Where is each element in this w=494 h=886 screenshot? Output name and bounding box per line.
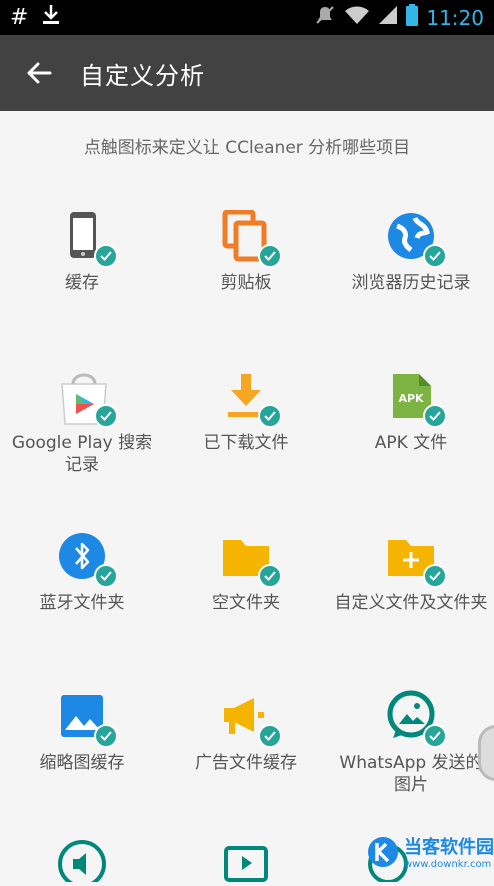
mute-icon bbox=[314, 4, 336, 31]
apk-icon: APK bbox=[385, 370, 447, 428]
google-play-icon bbox=[56, 370, 118, 428]
item-label: 广告文件缓存 bbox=[195, 753, 297, 773]
check-icon bbox=[423, 564, 447, 588]
check-icon bbox=[258, 564, 282, 588]
watermark-text: 当客软件园 bbox=[404, 837, 494, 858]
status-bar: # 11:20 bbox=[0, 0, 494, 35]
item-label: 已下载文件 bbox=[203, 433, 289, 453]
clipboard-icon bbox=[220, 209, 282, 268]
back-arrow-icon[interactable] bbox=[24, 58, 54, 88]
check-icon bbox=[423, 724, 447, 748]
item-label: 缩略图缓存 bbox=[39, 753, 125, 773]
item-thumbnail-cache[interactable]: 缩略图缓存 bbox=[0, 680, 164, 840]
signal-icon bbox=[378, 5, 398, 30]
item-cache[interactable]: 缓存 bbox=[0, 200, 164, 360]
item-whatsapp-sent-images[interactable]: WhatsApp 发送的图片 bbox=[328, 680, 494, 840]
item-label: 蓝牙文件夹 bbox=[39, 593, 125, 613]
item-clipboard[interactable]: 剪贴板 bbox=[164, 200, 328, 360]
svg-text:APK: APK bbox=[398, 392, 424, 405]
browser-globe-icon bbox=[385, 210, 447, 268]
analysis-items-grid: 缓存 剪贴板 浏览器历史记录 Google Play 搜索记录 已下载文件 AP… bbox=[0, 200, 494, 840]
item-ad-files-cache[interactable]: 广告文件缓存 bbox=[164, 680, 328, 840]
watermark-url: www.downkr.com bbox=[404, 859, 492, 870]
phone-icon bbox=[56, 210, 118, 268]
site-watermark: 当客软件园 www.downkr.com bbox=[366, 833, 494, 870]
check-icon bbox=[258, 404, 282, 428]
check-icon bbox=[94, 244, 118, 268]
check-icon bbox=[258, 724, 282, 748]
bluetooth-icon bbox=[56, 530, 118, 588]
item-empty-folders[interactable]: 空文件夹 bbox=[164, 520, 328, 680]
folder-plus-icon bbox=[385, 530, 447, 588]
item-custom-files-folders[interactable]: 自定义文件及文件夹 bbox=[328, 520, 494, 680]
item-downloaded-files[interactable]: 已下载文件 bbox=[164, 360, 328, 520]
item-label: Google Play 搜索记录 bbox=[11, 433, 153, 475]
item-google-play-search[interactable]: Google Play 搜索记录 bbox=[0, 360, 164, 520]
download-icon bbox=[42, 4, 60, 31]
check-icon bbox=[94, 564, 118, 588]
check-icon bbox=[94, 724, 118, 748]
item-label: 空文件夹 bbox=[212, 593, 280, 613]
download-icon bbox=[220, 370, 282, 428]
folder-icon bbox=[220, 530, 282, 588]
item-browser-history[interactable]: 浏览器历史记录 bbox=[328, 200, 494, 360]
check-icon bbox=[94, 404, 118, 428]
item-label: 缓存 bbox=[65, 273, 99, 293]
item-label: WhatsApp 发送的图片 bbox=[339, 753, 483, 795]
item-label: APK 文件 bbox=[374, 433, 448, 453]
megaphone-icon bbox=[220, 690, 282, 748]
wifi-icon bbox=[344, 5, 370, 30]
battery-icon bbox=[406, 4, 419, 31]
image-icon bbox=[56, 690, 118, 748]
instruction-text: 点触图标来定义让 CCleaner 分析哪些项目 bbox=[83, 138, 411, 158]
hash-icon: # bbox=[10, 5, 29, 30]
item-bluetooth-folder[interactable]: 蓝牙文件夹 bbox=[0, 520, 164, 680]
check-icon bbox=[423, 244, 447, 268]
item-label: 浏览器历史记录 bbox=[351, 273, 471, 293]
clock: 11:20 bbox=[426, 5, 484, 30]
floating-edge-button[interactable] bbox=[478, 725, 494, 781]
page-title: 自定义分析 bbox=[80, 61, 205, 90]
item-label: 自定义文件及文件夹 bbox=[334, 593, 488, 613]
toolbar: 自定义分析 bbox=[0, 35, 494, 111]
item-apk-files[interactable]: APK APK 文件 bbox=[328, 360, 494, 520]
whatsapp-image-icon bbox=[385, 690, 447, 748]
check-icon bbox=[258, 244, 282, 268]
item-label: 剪贴板 bbox=[220, 273, 272, 293]
check-icon bbox=[423, 404, 447, 428]
watermark-logo-icon bbox=[368, 836, 398, 867]
